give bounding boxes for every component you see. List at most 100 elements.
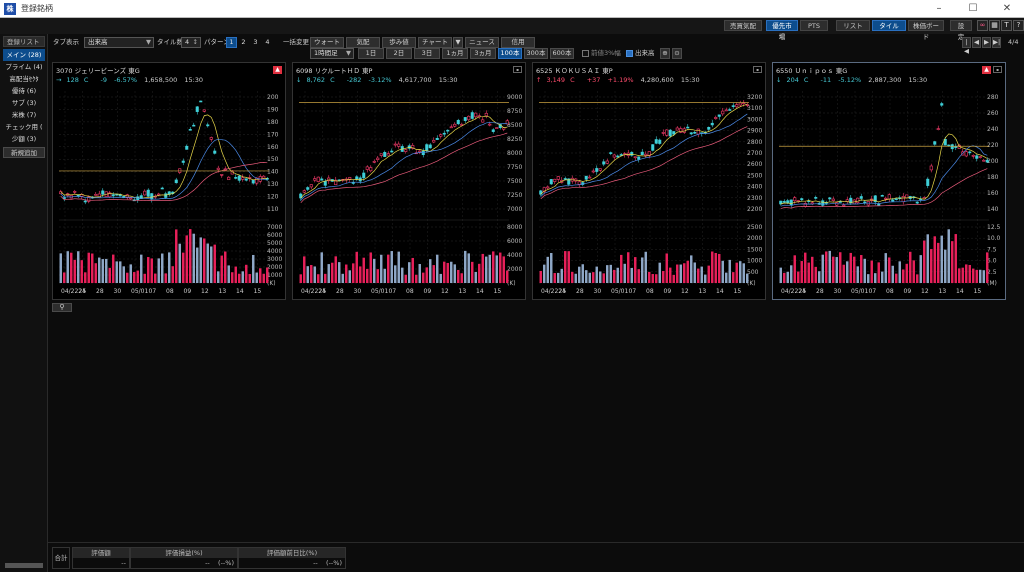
time-tick-label: 13 [459, 288, 467, 295]
volume-bar [786, 271, 789, 283]
volume-bar [478, 263, 481, 283]
tile-count-stepper[interactable]: 4 ↕ [181, 37, 201, 48]
minimize-icon[interactable]: – [922, 0, 956, 18]
close-icon[interactable]: ✕ [990, 0, 1024, 18]
list-view-button[interactable]: リスト [836, 20, 870, 31]
news-view-button[interactable]: ニュース [465, 37, 499, 48]
pattern-1-button[interactable]: 1 [226, 37, 237, 48]
watchlist-item-us-stocks[interactable]: 米株 (7) [3, 109, 45, 121]
candlestick-chart[interactable]: 200 190 180 170 160 150 140 130 120 110 7000600050… [53, 87, 285, 299]
candle-body [351, 182, 355, 184]
candle-body [227, 176, 231, 181]
candle-body [446, 129, 450, 132]
period-300-bars-button[interactable]: 300本 [524, 48, 548, 59]
watchlist-item-sub[interactable]: サブ (3) [3, 97, 45, 109]
market-label: 東G [835, 67, 848, 75]
maximize-icon[interactable]: ☐ [956, 0, 990, 18]
trend-arrow-icon: ↓ [296, 76, 302, 84]
alert-icon[interactable]: ▲ [273, 66, 282, 74]
volume-bar [658, 262, 661, 283]
watchlist-item-main[interactable]: メイン (28) [3, 49, 45, 61]
stock-tile[interactable]: 3070 ジェリービーンズ 東G → 128 C -9 -6.57% 1,658,5… [52, 62, 286, 300]
volume-bar [961, 267, 964, 283]
search-icon[interactable]: ⚲ [52, 303, 72, 312]
last-page-button[interactable]: ▶| [992, 37, 1001, 48]
volume-tick-label: 5000 [267, 240, 282, 247]
watchlist-item-high-dividend[interactable]: 高配当ｾｸﾀ [3, 73, 45, 85]
sort-select[interactable]: 出来高 ▼ [84, 37, 154, 48]
stock-board-button[interactable]: 株価ボード [908, 20, 944, 41]
prev-page-button[interactable]: ◀ [972, 37, 981, 48]
sidebar-scrollbar[interactable] [5, 563, 43, 568]
candle-body [637, 156, 641, 160]
volume-bar [446, 262, 449, 283]
stepper-icon: ↕ [192, 38, 198, 46]
help-icon[interactable]: ? [1013, 20, 1024, 31]
watchlist-item-check[interactable]: チェック用 ( [3, 121, 45, 133]
volume-bar [306, 266, 309, 283]
price-tick-label: 7500 [507, 178, 522, 185]
volume-bar [245, 264, 248, 283]
layout-icon[interactable]: ▦ [989, 20, 1000, 31]
period-2d-button[interactable]: 2日 [386, 48, 412, 59]
volume-tick-label: 6000 [267, 232, 282, 239]
volume-checkbox[interactable] [626, 50, 633, 57]
margin-view-button[interactable]: 信用 [501, 37, 535, 48]
volume-bar [182, 252, 185, 283]
link-icon[interactable]: ∞ [977, 20, 988, 31]
volume-bar [630, 267, 633, 283]
zoom-in-icon[interactable]: ⊕ [660, 48, 670, 59]
period-1m-button[interactable]: 1ヵ月 [442, 48, 468, 59]
pattern-2-button[interactable]: 2 [238, 37, 249, 48]
period-1d-button[interactable]: 1日 [358, 48, 384, 59]
candle-body [546, 186, 550, 189]
time-tick-label: 12 [201, 288, 209, 295]
watchlist-item-small[interactable]: 少額 (3) [3, 133, 45, 145]
candle-body [735, 104, 739, 108]
volume-bar [543, 264, 546, 283]
watchlist-item-prime[interactable]: プライム (4) [3, 61, 45, 73]
period-100-bars-button[interactable]: 100本 [498, 48, 522, 59]
chart-button[interactable]: チャート [418, 37, 452, 48]
candle-body [101, 190, 105, 195]
moving-average-line [300, 115, 508, 199]
chart-view-button[interactable]: ウォート [310, 37, 344, 48]
candle-body [376, 157, 380, 160]
market-label: 東G [128, 67, 140, 75]
candle-body [905, 194, 909, 199]
candle-body [721, 110, 725, 115]
quote-board-button[interactable]: 売買気配 [724, 20, 762, 31]
time-tick-label: 15 [974, 288, 982, 295]
stock-tile[interactable]: 6550 Ｕｎｉｐｏｓ 東G ↓ 204 C -11 -5.12% 2,887,30… [772, 62, 1006, 300]
next-page-button[interactable]: ▶ [982, 37, 991, 48]
limit-range-checkbox[interactable] [582, 50, 589, 57]
pts-button[interactable]: PTS [800, 20, 828, 31]
period-3m-button[interactable]: 3ヵ月 [470, 48, 496, 59]
candlestick-chart[interactable]: 3200 3100 3000 2900 2800 2700 2600 2500 2400 2300… [533, 87, 765, 299]
alert-icon[interactable]: ▲ [982, 66, 991, 74]
watchlist-item-benefits[interactable]: 優待 (6) [3, 85, 45, 97]
stock-tile[interactable]: 6525 ＫＯＫＵＳＡＩ 東P ↑ 3,149 C +37 +1.19% 4,280… [532, 62, 766, 300]
volume-bar [856, 266, 859, 283]
candlestick-chart[interactable]: 9000 8750 8500 8250 8000 7750 7500 7250 7000 8000… [293, 87, 525, 299]
quote-view-button[interactable]: 気配 [346, 37, 380, 48]
settings-button[interactable]: 設定 [950, 20, 972, 41]
first-page-button[interactable]: |◀ [962, 37, 971, 55]
period-600-bars-button[interactable]: 600本 [550, 48, 574, 59]
pattern-4-button[interactable]: 4 [262, 37, 273, 48]
reset-zoom-icon[interactable]: ⊙ [672, 48, 682, 59]
period-3d-button[interactable]: 3日 [414, 48, 440, 59]
volume-tick-label: 3000 [267, 256, 282, 263]
tile-view-button[interactable]: タイル [872, 20, 906, 31]
ticks-view-button[interactable]: 歩み値 [382, 37, 416, 48]
text-icon[interactable]: T [1001, 20, 1012, 31]
stock-tile[interactable]: 6098 リクルートＨＤ 東P ↓ 8,762 C -282 -3.12% 4,61… [292, 62, 526, 300]
pattern-3-button[interactable]: 3 [250, 37, 261, 48]
add-watchlist-button[interactable]: 新規追加 [3, 147, 45, 158]
volume-bar [126, 272, 129, 283]
chart-dropdown-icon[interactable]: ▼ [453, 37, 463, 48]
candlestick-chart[interactable]: 28026024022020018016014012.510.07.55.02.… [773, 87, 1005, 299]
preferred-market-button[interactable]: 優先市場 [766, 20, 798, 41]
interval-select[interactable]: 1時間足 ▼ [310, 48, 354, 59]
quote-time: 15:30 [680, 76, 700, 84]
